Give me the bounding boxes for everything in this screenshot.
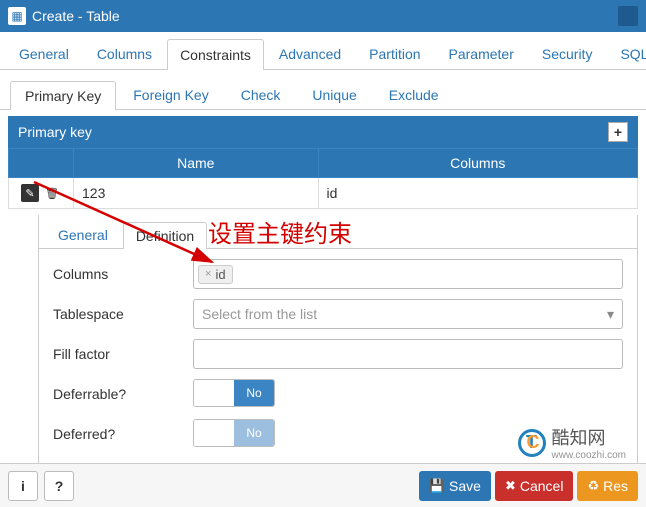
constraint-type-tabs: Primary Key Foreign Key Check Unique Exc…: [0, 70, 646, 110]
watermark: TC 酷知网 www.coozhi.com: [518, 424, 626, 461]
tab-columns[interactable]: Columns: [84, 38, 165, 69]
window-button[interactable]: [618, 6, 638, 26]
reset-icon: ♻: [587, 478, 599, 494]
tag-text: id: [215, 267, 225, 282]
watermark-en: www.coozhi.com: [552, 450, 626, 461]
reset-button[interactable]: ♻ Res: [577, 471, 638, 501]
close-icon: ✖: [505, 478, 516, 494]
save-icon: 💾: [429, 478, 445, 494]
label-tablespace: Tablespace: [53, 306, 193, 322]
toggle-blank: [194, 380, 234, 406]
col-columns: Columns: [318, 149, 637, 178]
subtab-foreign-key[interactable]: Foreign Key: [118, 80, 223, 109]
table-row[interactable]: ✎ 🗑 123 id: [9, 178, 638, 209]
remove-tag-icon[interactable]: ×: [205, 268, 211, 280]
toggle-no: No: [234, 420, 274, 446]
cancel-label: Cancel: [520, 478, 564, 494]
fillfactor-input[interactable]: [193, 339, 623, 369]
col-name: Name: [74, 149, 319, 178]
cell-columns[interactable]: id: [318, 178, 637, 209]
help-button[interactable]: ?: [44, 471, 74, 501]
window-title-bar: ▦ Create - Table: [0, 0, 646, 32]
constraint-grid-panel: Primary key + Name Columns ✎ 🗑 123 id: [0, 110, 646, 209]
deferred-toggle[interactable]: No: [193, 419, 275, 447]
tab-advanced[interactable]: Advanced: [266, 38, 354, 69]
window-title: Create - Table: [32, 8, 614, 24]
detail-tab-definition[interactable]: Definition: [123, 222, 207, 249]
save-label: Save: [449, 478, 481, 494]
trash-icon[interactable]: 🗑: [43, 184, 61, 202]
main-tab-bar: General Columns Constraints Advanced Par…: [0, 32, 646, 70]
subtab-exclude[interactable]: Exclude: [374, 80, 454, 109]
label-columns: Columns: [53, 266, 193, 282]
grid-title: Primary key: [18, 124, 608, 140]
toggle-blank: [194, 420, 234, 446]
subtab-check[interactable]: Check: [226, 80, 296, 109]
label-deferred: Deferred?: [53, 426, 193, 442]
tablespace-placeholder: Select from the list: [202, 306, 317, 322]
info-button[interactable]: i: [8, 471, 38, 501]
columns-input[interactable]: × id: [193, 259, 623, 289]
subtab-primary-key[interactable]: Primary Key: [10, 81, 116, 110]
constraint-grid: Name Columns ✎ 🗑 123 id: [8, 148, 638, 209]
watermark-cn: 酷知网: [552, 424, 626, 450]
label-fillfactor: Fill factor: [53, 346, 193, 362]
detail-tab-general[interactable]: General: [45, 221, 121, 248]
help-icon: ?: [55, 478, 64, 494]
subtab-unique[interactable]: Unique: [297, 80, 371, 109]
reset-label: Res: [603, 478, 628, 494]
dialog-footer: i ? 💾 Save ✖ Cancel ♻ Res: [0, 463, 646, 507]
tab-constraints[interactable]: Constraints: [167, 39, 264, 70]
col-actions: [9, 149, 74, 178]
tab-security[interactable]: Security: [529, 38, 606, 69]
edit-icon[interactable]: ✎: [21, 184, 39, 202]
label-deferrable: Deferrable?: [53, 386, 193, 402]
cell-name[interactable]: 123: [74, 178, 319, 209]
tab-partition[interactable]: Partition: [356, 38, 433, 69]
cancel-button[interactable]: ✖ Cancel: [495, 471, 574, 501]
table-icon: ▦: [8, 7, 26, 25]
detail-tabs: General Definition: [39, 215, 637, 249]
info-icon: i: [21, 478, 25, 494]
tab-sql[interactable]: SQL: [607, 38, 646, 69]
tab-general[interactable]: General: [6, 38, 82, 69]
tab-parameter[interactable]: Parameter: [436, 38, 527, 69]
tablespace-select[interactable]: Select from the list: [193, 299, 623, 329]
column-tag[interactable]: × id: [198, 265, 233, 284]
save-button[interactable]: 💾 Save: [419, 471, 491, 501]
toggle-no: No: [234, 380, 274, 406]
watermark-logo-icon: TC: [518, 429, 546, 457]
add-row-button[interactable]: +: [608, 122, 628, 142]
grid-header: Primary key +: [8, 116, 638, 148]
deferrable-toggle[interactable]: No: [193, 379, 275, 407]
